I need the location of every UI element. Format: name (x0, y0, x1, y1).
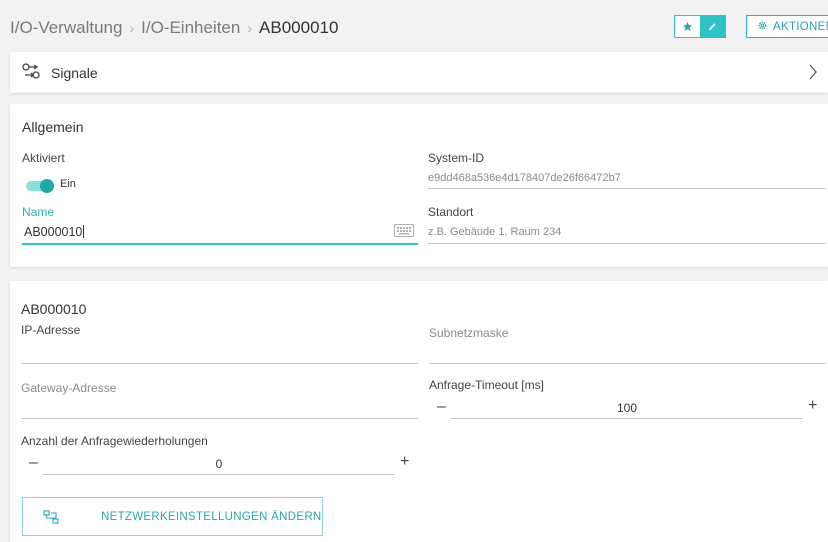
ip-input[interactable] (21, 343, 417, 359)
star-icon[interactable] (675, 16, 700, 37)
retries-decrement-button[interactable]: – (29, 454, 38, 472)
section-title-allgemein: Allgemein (22, 119, 84, 135)
signale-label: Signale (51, 65, 98, 81)
name-input-value: AB000010 (24, 225, 83, 239)
allgemein-card: Allgemein Aktiviert Ein System-ID e9dd46… (10, 104, 828, 267)
keyboard-icon[interactable] (394, 224, 414, 242)
text-caret (83, 225, 85, 238)
network-card: AB000010 IP-Adresse Subnetzmaske Gateway… (10, 281, 828, 542)
change-network-settings-button[interactable]: NETZWERKEINSTELLUNGEN ÄNDERN (22, 497, 323, 536)
timeout-underline (451, 418, 803, 419)
retries-underline (43, 474, 395, 475)
timeout-label: Anfrage-Timeout [ms] (429, 378, 544, 392)
system-id-value: e9dd468a536e4d178407de26f66472b7 (428, 172, 621, 184)
breadcrumb-item-io-verwaltung[interactable]: I/O-Verwaltung (10, 18, 122, 38)
standort-label: Standort (428, 205, 474, 219)
chevron-right-icon[interactable] (808, 63, 818, 86)
gateway-input[interactable]: Gateway-Adresse (21, 381, 116, 395)
retries-increment-button[interactable]: + (400, 453, 409, 471)
timeout-decrement-button[interactable]: – (437, 398, 446, 416)
breadcrumb-separator: › (129, 20, 135, 36)
ip-underline (21, 363, 418, 364)
aktionen-button[interactable]: AKTIONEN (746, 15, 828, 38)
retries-input[interactable]: 0 (43, 457, 395, 471)
name-label: Name (22, 205, 55, 219)
retries-label: Anzahl der Anfragewiederholungen (21, 434, 208, 448)
timeout-input[interactable]: 100 (451, 401, 803, 415)
subnet-underline (429, 363, 826, 364)
gear-icon (757, 20, 768, 34)
aktiviert-toggle[interactable] (26, 179, 56, 193)
aktionen-label: AKTIONEN (773, 20, 828, 33)
ip-label: IP-Adresse (21, 323, 81, 337)
breadcrumb-item-io-einheiten[interactable]: I/O-Einheiten (141, 18, 240, 38)
toggle-state-text: Ein (60, 178, 76, 190)
change-network-settings-label: NETZWERKEINSTELLUNGEN ÄNDERN (101, 510, 322, 523)
standort-input[interactable]: z.B. Gebäude 1, Raum 234 (428, 226, 561, 238)
favorite-edit-group (674, 15, 726, 38)
system-id-underline (428, 188, 826, 189)
gateway-underline (21, 418, 418, 419)
edit-icon[interactable] (700, 16, 725, 37)
toggle-knob (40, 179, 54, 193)
breadcrumb: I/O-Verwaltung › I/O-Einheiten › AB00001… (10, 18, 338, 38)
aktiviert-label: Aktiviert (22, 151, 65, 165)
name-input[interactable]: AB000010 (24, 225, 85, 239)
timeout-increment-button[interactable]: + (808, 397, 817, 415)
standort-underline (428, 243, 826, 244)
network-icon (43, 509, 59, 524)
section-title-network: AB000010 (21, 301, 87, 317)
top-bar: I/O-Verwaltung › I/O-Einheiten › AB00001… (0, 0, 828, 52)
system-id-label: System-ID (428, 151, 485, 165)
name-underline (22, 243, 418, 245)
signal-icon (22, 63, 42, 86)
breadcrumb-separator: › (247, 20, 253, 36)
breadcrumb-current: AB000010 (259, 18, 339, 37)
subnet-input[interactable]: Subnetzmaske (429, 326, 508, 340)
signale-row[interactable]: Signale (10, 52, 828, 93)
